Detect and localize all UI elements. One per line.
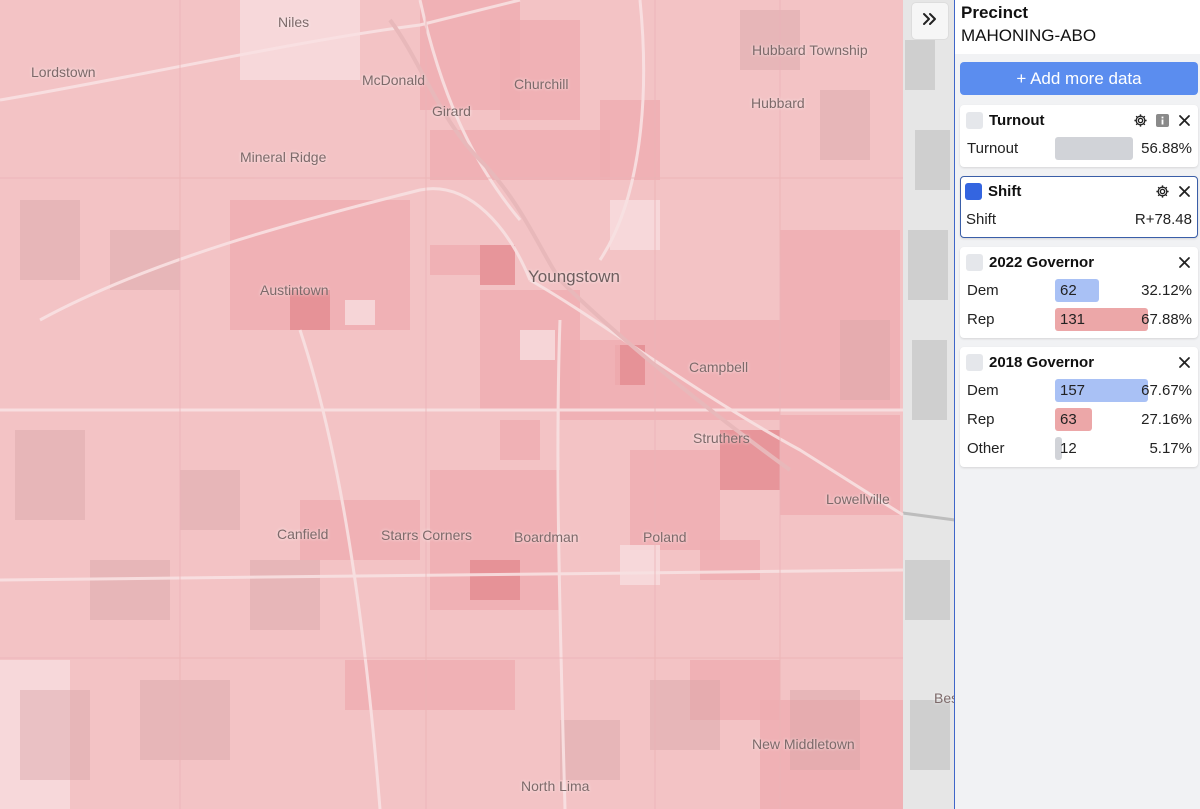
town-label-bes: Bes [934,690,955,706]
precinct-area[interactable] [620,545,660,585]
row-value-area: 131 67.88% [1055,308,1192,331]
town-label-boardman: Boardman [514,529,579,545]
town-label-lordstown: Lordstown [31,64,96,80]
precinct-area[interactable] [520,330,555,360]
town-label-mineral-ridge: Mineral Ridge [240,149,327,165]
card-title: 2018 Governor [989,353,1095,371]
card-row: Dem 157 67.67% [966,376,1192,405]
data-card-2022-governor[interactable]: 2022 Governor Dem 62 32.12% Rep 131 67.88% [960,247,1198,338]
town-label-mcdonald: McDonald [362,72,426,88]
town-label-north-lima: North Lima [521,778,590,794]
panel-title: Precinct [961,3,1029,22]
precinct-area[interactable] [430,130,610,180]
double-chevron-right-icon [921,10,939,33]
row-label: Rep [967,311,995,328]
row-value: 67.67% [1141,382,1192,399]
town-label-new-middletown: New Middletown [752,736,855,752]
data-card-turnout[interactable]: Turnout Turnout 56.88% [960,105,1198,167]
row-value: 5.17% [1149,440,1192,457]
town-label-lowellville: Lowellville [826,491,890,507]
vote-count: 131 [1060,311,1086,328]
town-label-youngstown: Youngstown [528,267,621,286]
card-title: Shift [988,182,1022,200]
row-label: Rep [967,411,995,428]
town-label-canfield: Canfield [277,526,329,542]
card-checkbox[interactable] [966,253,983,271]
precinct-area[interactable] [345,300,375,325]
row-label: Shift [966,211,997,228]
town-label-poland: Poland [643,529,687,545]
card-row: Rep 63 27.16% [966,405,1192,434]
town-label-hubbard: Hubbard [751,95,805,111]
town-label-churchill: Churchill [514,76,569,92]
town-label-niles: Niles [278,14,310,30]
precinct-area[interactable] [480,245,515,285]
row-value-area: R+78.48 [1054,208,1192,231]
card-checkbox[interactable] [966,353,983,371]
map-canvas[interactable] [0,0,955,809]
close-icon[interactable] [1176,183,1192,199]
card-checkbox[interactable] [966,111,983,129]
row-value-area: 56.88% [1055,137,1192,160]
precinct-area[interactable] [470,560,520,600]
gear-icon[interactable] [1154,183,1170,199]
card-title: Turnout [989,111,1045,129]
row-value-area: 12 5.17% [1055,437,1192,460]
info-icon[interactable] [1154,112,1170,128]
row-value-area: 157 67.67% [1055,379,1192,402]
precinct-area[interactable] [600,100,660,180]
town-label-austintown: Austintown [260,282,329,298]
close-icon[interactable] [1176,254,1192,270]
sidebar-header: Precinct MAHONING-ABO [955,0,1200,54]
data-card-shift[interactable]: Shift Shift R+78.48 [960,176,1198,238]
card-checkbox[interactable] [965,182,982,200]
precinct-name: MAHONING-ABO [961,26,1097,45]
precinct-area[interactable] [500,420,540,460]
card-row: Shift R+78.48 [965,205,1192,234]
card-row: Rep 131 67.88% [966,305,1192,334]
gear-icon[interactable] [1132,112,1148,128]
row-label: Other [967,440,1005,457]
town-label-campbell: Campbell [689,359,749,375]
card-title: 2022 Governor [989,253,1095,271]
data-card-2018-governor[interactable]: 2018 Governor Dem 157 67.67% Rep 63 27.16% Othe… [960,347,1198,467]
row-value-area: 62 32.12% [1055,279,1192,302]
precinct-area[interactable] [240,0,360,80]
card-header: Turnout [966,110,1192,130]
vote-count: 62 [1060,282,1077,299]
precinct-area[interactable] [560,340,620,420]
town-label-starrs-corners: Starrs Corners [381,527,473,543]
row-label: Turnout [967,140,1019,157]
precinct-area[interactable] [430,245,480,275]
town-label-struthers: Struthers [693,430,750,446]
vote-count: 63 [1060,411,1077,428]
card-row: Other 12 5.17% [966,434,1192,463]
vote-count: 12 [1060,440,1077,457]
data-cards: Turnout Turnout 56.88% Shift Shift R+78.48 202… [955,105,1200,467]
card-header: 2022 Governor [966,252,1192,272]
town-label-girard: Girard [432,103,471,119]
value-bar [1055,137,1133,160]
row-value: 32.12% [1141,282,1192,299]
town-label-hubbard-township: Hubbard Township [752,42,868,58]
card-row: Turnout 56.88% [966,134,1192,163]
row-value: R+78.48 [1134,211,1192,228]
card-header: Shift [965,181,1192,201]
close-icon[interactable] [1176,354,1192,370]
row-label: Dem [967,382,999,399]
row-label: Dem [967,282,999,299]
add-more-data-button[interactable]: + Add more data [960,62,1198,95]
info-sidebar: Precinct MAHONING-ABO + Add more data Tu… [954,0,1200,809]
row-value: 67.88% [1141,311,1192,328]
row-value: 56.88% [1141,140,1192,157]
card-header: 2018 Governor [966,352,1192,372]
collapse-sidebar-button[interactable] [912,3,948,39]
card-row: Dem 62 32.12% [966,276,1192,305]
row-value: 27.16% [1141,411,1192,428]
precinct-area[interactable] [700,540,760,580]
row-value-area: 63 27.16% [1055,408,1192,431]
precinct-map[interactable]: Niles Lordstown McDonald Churchill Hubbard T… [0,0,955,809]
close-icon[interactable] [1176,112,1192,128]
vote-count: 157 [1060,382,1086,399]
